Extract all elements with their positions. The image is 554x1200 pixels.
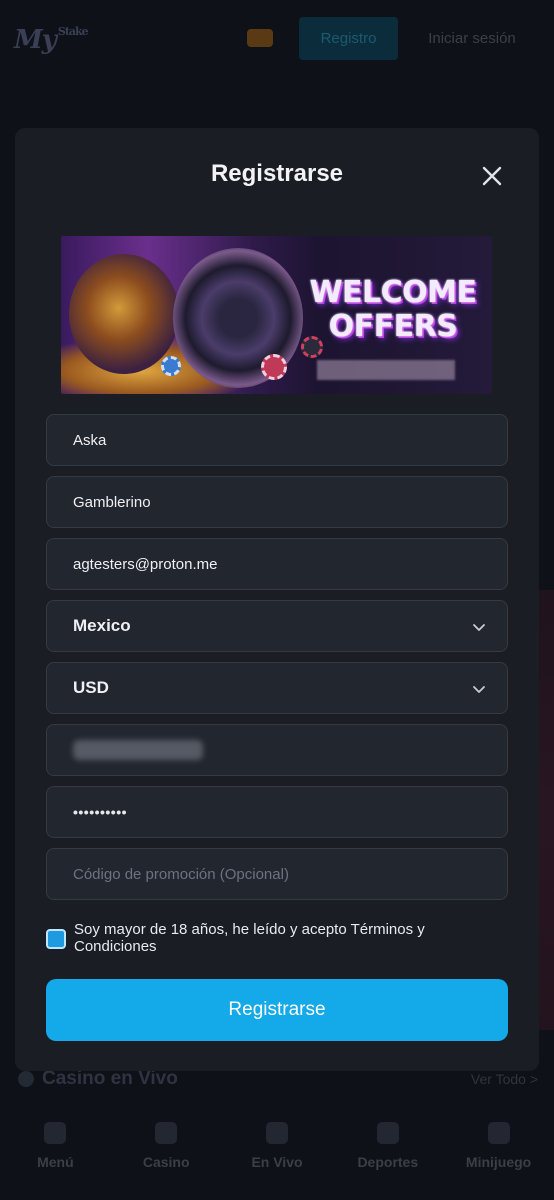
sports-icon [376,1122,399,1144]
terms-row: Soy mayor de 18 años, he leído y acepto … [46,921,476,955]
minigame-icon [487,1122,510,1144]
country-select[interactable]: Mexico [46,600,508,652]
modal-title: Registrarse [210,160,344,187]
terms-checkbox[interactable] [46,929,66,949]
header-register-button[interactable]: Registro [299,17,398,60]
nav-item-minigame[interactable]: Minijuego [449,1122,549,1200]
nav-item-sports[interactable]: Deportes [338,1122,438,1200]
close-button[interactable] [478,162,506,190]
chevron-down-icon [473,686,485,693]
terms-label: Soy mayor de 18 años, he leído y acepto … [74,921,425,955]
casino-icon [155,1122,178,1144]
menu-icon [44,1122,67,1144]
background-game-thumbnail [538,590,554,1030]
header-login-button[interactable]: Iniciar sesión [412,17,532,60]
nav-item-casino[interactable]: Casino [116,1122,216,1200]
email-input[interactable]: agtesters@proton.me [46,538,508,590]
section-title: Casino en Vivo [18,1068,178,1090]
nav-item-menu[interactable]: Menú [5,1122,105,1200]
vault-illustration [69,254,179,374]
banner-headline: WELCOME OFFERS [309,275,477,344]
register-submit-button[interactable]: Registrarse [46,979,508,1041]
chevron-down-icon [473,624,485,631]
page: My Stake Registro Iniciar sesión Casino e… [0,0,554,1200]
currency-select[interactable]: USD [46,662,508,714]
site-logo[interactable]: My Stake [14,25,89,55]
casino-chip-icon [161,356,181,376]
promo-code-input[interactable]: Código de promoción (Opcional) [46,848,508,900]
first-name-input[interactable]: Aska [46,414,508,466]
password-input[interactable]: •••••••••• [46,786,508,838]
language-flag-icon[interactable] [247,29,273,47]
live-icon [265,1122,288,1144]
bottom-nav: Menú Casino En Vivo Deportes Minijuego [0,1116,554,1200]
welcome-offers-banner: WELCOME OFFERS [61,236,492,394]
banner-redacted-text [317,360,455,380]
phone-input[interactable] [46,724,508,776]
casino-chip-icon [261,354,287,380]
live-casino-icon [18,1071,34,1087]
view-all-link[interactable]: Ver Todo > [471,1071,538,1087]
redacted-value [73,740,203,760]
close-icon [482,166,502,186]
nav-item-live[interactable]: En Vivo [227,1122,327,1200]
last-name-input[interactable]: Gamblerino [46,476,508,528]
